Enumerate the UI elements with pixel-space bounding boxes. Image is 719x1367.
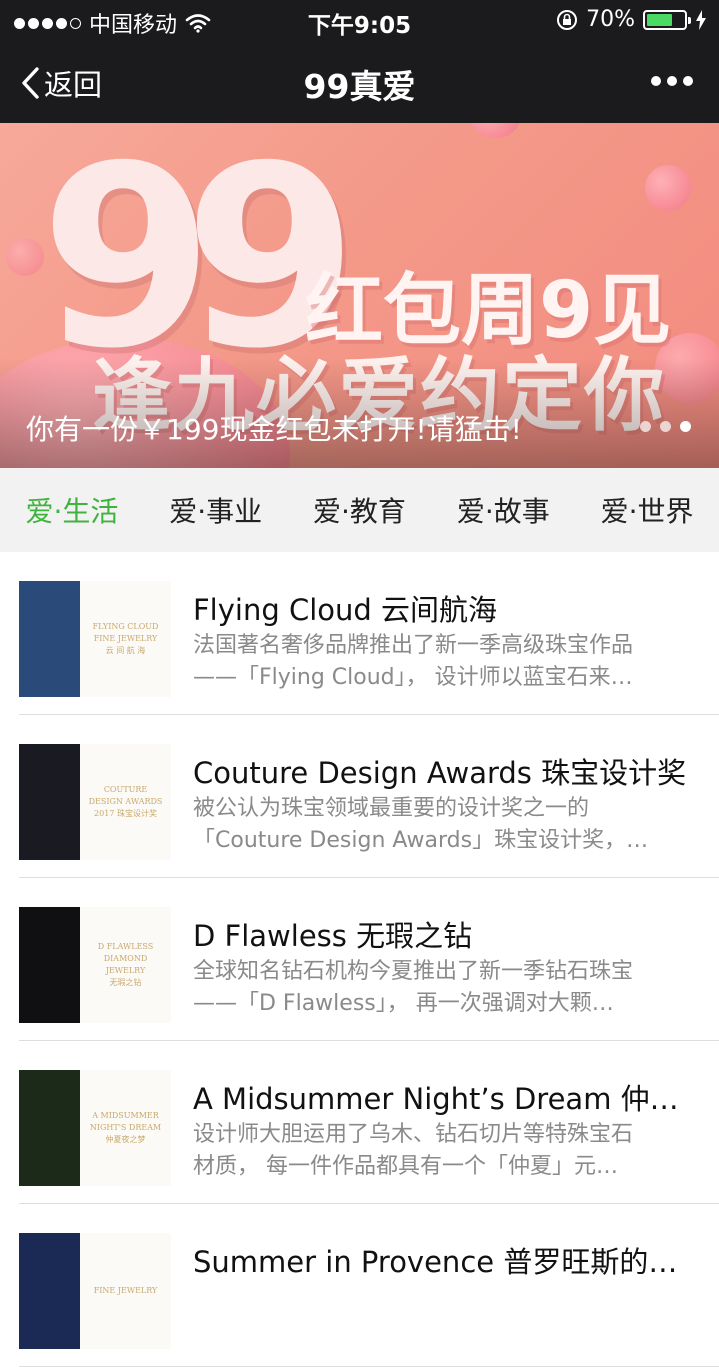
article-item[interactable]: FLYING CLOUD FINE JEWELRY 云 间 航 海 Flying … (19, 552, 719, 715)
nav-bar: 返回 99真爱 (0, 40, 719, 123)
carousel-page-indicator (640, 421, 691, 432)
article-title: Flying Cloud 云间航海 (193, 593, 498, 627)
article-description: 设计师大胆运用了乌木、钻石切片等特殊宝石 材质， 每一件作品都具有一个「仲夏」元… (193, 1119, 693, 1183)
thumbnail-label: COUTURE DESIGN AWARDS 2017 珠宝设计奖 (88, 785, 163, 818)
article-title: Summer in Provence 普罗旺斯的… (193, 1245, 678, 1279)
decor-bubble (6, 238, 44, 276)
thumbnail-photo (19, 1070, 80, 1186)
article-item[interactable]: A MIDSUMMER NIGHT'S DREAM 仲夏夜之梦 A Midsumm… (19, 1041, 719, 1204)
thumbnail-photo (19, 581, 80, 697)
article-title: A Midsummer Night’s Dream 仲夏… (193, 1082, 693, 1116)
article-desc-line: 设计师大胆运用了乌木、钻石切片等特殊宝石 (193, 1122, 634, 1147)
article-desc-line: ——「D Flawless」， 再一次强调对大颗… (193, 991, 614, 1016)
thumbnail-photo (19, 744, 80, 860)
article-desc-line: 「Couture Design Awards」珠宝设计奖，… (193, 828, 649, 853)
article-thumbnail: COUTURE DESIGN AWARDS 2017 珠宝设计奖 (19, 744, 171, 860)
more-options-icon[interactable] (651, 76, 693, 86)
category-tabs: 爱·生活 爱·事业 爱·教育 爱·故事 爱·世界 (0, 468, 719, 552)
article-thumbnail: FLYING CLOUD FINE JEWELRY 云 间 航 海 (19, 581, 171, 697)
status-right: 70% (556, 7, 707, 32)
article-item[interactable]: FINE JEWELRY Summer in Provence 普罗旺斯的… (19, 1204, 719, 1367)
status-bar: 中国移动 下午9:05 70% (0, 0, 719, 40)
article-thumbnail: D FLAWLESS DIAMOND JEWELRY 无瑕之钻 (19, 907, 171, 1023)
decor-bubble (645, 165, 691, 211)
thumbnail-label: A MIDSUMMER NIGHT'S DREAM 仲夏夜之梦 (89, 1111, 162, 1144)
article-description: 被公认为珠宝领域最重要的设计奖之一的「Couture Design Awards… (193, 793, 693, 857)
battery-icon (643, 9, 691, 30)
tab-2[interactable]: 爱·事业 (144, 490, 288, 530)
thumbnail-label: FLYING CLOUD FINE JEWELRY 云 间 航 海 (92, 622, 159, 655)
article-title: D Flawless 无瑕之钻 (193, 919, 473, 953)
article-description: 全球知名钻石机构今夏推出了新一季钻石珠宝 ——「D Flawless」， 再一次强… (193, 956, 693, 1020)
article-thumbnail: FINE JEWELRY (19, 1233, 171, 1349)
article-desc-line: 全球知名钻石机构今夏推出了新一季钻石珠宝 (193, 959, 634, 984)
thumbnail-photo (19, 1233, 80, 1349)
battery-percent: 70% (586, 7, 635, 32)
thumbnail-label: D FLAWLESS DIAMOND JEWELRY 无瑕之钻 (97, 942, 154, 987)
tab-5[interactable]: 爱·世界 (575, 490, 719, 530)
battery-fill (647, 13, 673, 26)
banner-carousel[interactable]: 99 红包周9见 逢九必爱约定你 你有一份￥199现金红包未打开!请猛击! (0, 123, 719, 468)
tab-3[interactable]: 爱·教育 (288, 490, 432, 530)
carousel-dot[interactable] (660, 421, 671, 432)
charging-bolt-icon (696, 9, 706, 30)
article-desc-line: 被公认为珠宝领域最重要的设计奖之一的 (193, 796, 590, 821)
banner-caption: 你有一份￥199现金红包未打开!请猛击! (26, 413, 522, 446)
carousel-dot[interactable] (640, 421, 651, 432)
carousel-dot[interactable] (680, 421, 691, 432)
decor-bubble (470, 123, 520, 138)
tab-4[interactable]: 爱·故事 (431, 490, 575, 530)
article-description: 法国著名奢侈品牌推出了新一季高级珠宝作品 ——「Flying Cloud」， 设计… (193, 630, 693, 694)
article-title: Couture Design Awards 珠宝设计奖 (193, 756, 687, 790)
tab-1[interactable]: 爱·生活 (0, 490, 144, 530)
thumbnail-label: FINE JEWELRY (93, 1286, 158, 1295)
rotation-lock-icon (557, 9, 578, 30)
article-thumbnail: A MIDSUMMER NIGHT'S DREAM 仲夏夜之梦 (19, 1070, 171, 1186)
article-item[interactable]: D FLAWLESS DIAMOND JEWELRY 无瑕之钻 D Flawles… (19, 878, 719, 1041)
article-desc-line: ——「Flying Cloud」， 设计师以蓝宝石来… (193, 665, 633, 690)
thumbnail-photo (19, 907, 80, 1023)
page-title: 99真爱 (303, 67, 416, 106)
article-desc-line: 法国著名奢侈品牌推出了新一季高级珠宝作品 (193, 633, 634, 658)
article-list: FLYING CLOUD FINE JEWELRY 云 间 航 海 Flying … (0, 552, 719, 1367)
article-desc-line: 材质， 每一件作品都具有一个「仲夏」元… (193, 1154, 618, 1179)
article-item[interactable]: COUTURE DESIGN AWARDS 2017 珠宝设计奖 Couture … (19, 715, 719, 878)
